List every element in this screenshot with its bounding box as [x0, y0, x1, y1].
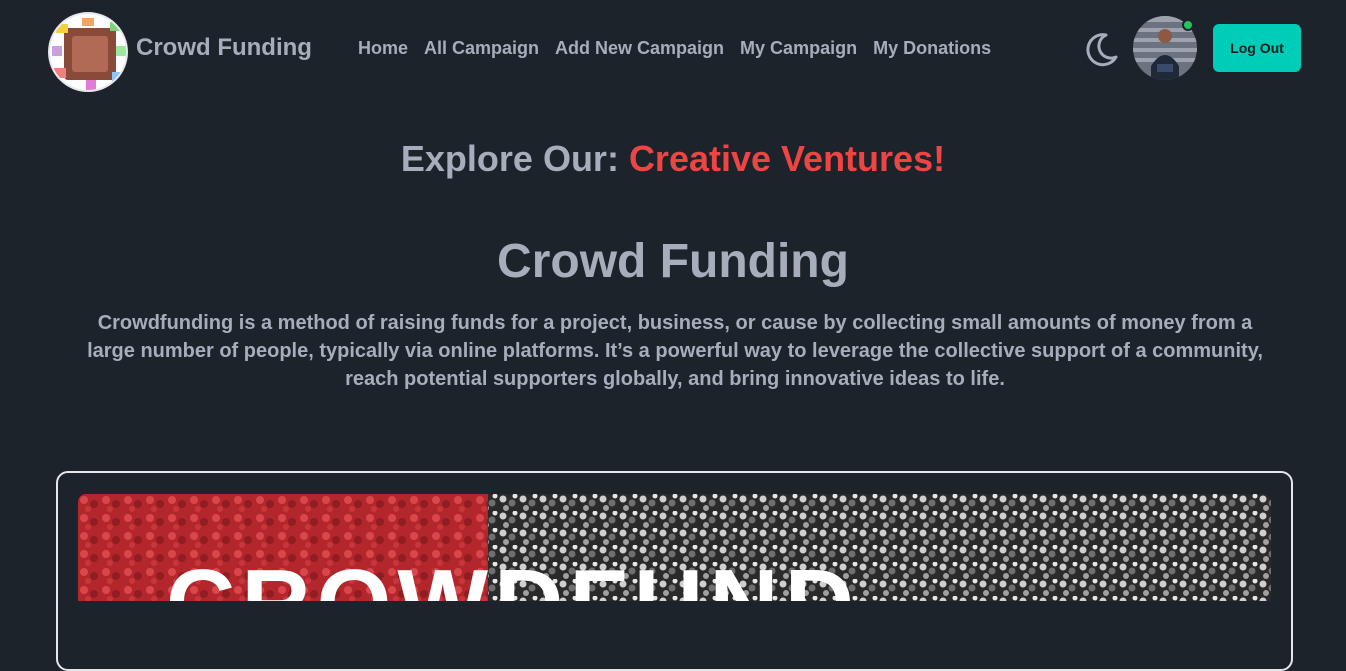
- nav-link-my-donations[interactable]: My Donations: [873, 38, 991, 59]
- explore-accent: Creative Ventures!: [628, 138, 946, 179]
- hero-title: Crowd Funding: [497, 235, 849, 288]
- navbar: Crowd Funding Home All Campaign Add New …: [0, 0, 1346, 96]
- online-status-dot: [1182, 19, 1194, 31]
- theme-toggle[interactable]: [1082, 30, 1120, 68]
- nav-link-all-campaign[interactable]: All Campaign: [424, 38, 539, 59]
- nav-link-home[interactable]: Home: [358, 38, 408, 59]
- brand-logo[interactable]: [48, 12, 128, 92]
- banner-image: CROWDFUND: [78, 494, 1271, 601]
- logout-button[interactable]: Log Out: [1213, 24, 1301, 72]
- crowd-banner-graphic: CROWDFUND: [78, 494, 1271, 601]
- brand-logo-icon: [50, 14, 126, 90]
- main-nav: Home All Campaign Add New Campaign My Ca…: [358, 38, 991, 59]
- nav-link-my-campaign[interactable]: My Campaign: [740, 38, 857, 59]
- hero-description: Crowdfunding is a method of raising fund…: [87, 312, 1263, 390]
- explore-prefix: Explore Our:: [400, 138, 629, 179]
- explore-headline: Explore Our: Creative Ventures!: [0, 138, 1346, 180]
- banner-overlay-text: CROWDFUND: [166, 550, 860, 601]
- moon-icon: [1086, 33, 1118, 67]
- brand-name[interactable]: Crowd Funding: [136, 34, 312, 62]
- nav-link-add-new-campaign[interactable]: Add New Campaign: [555, 38, 724, 59]
